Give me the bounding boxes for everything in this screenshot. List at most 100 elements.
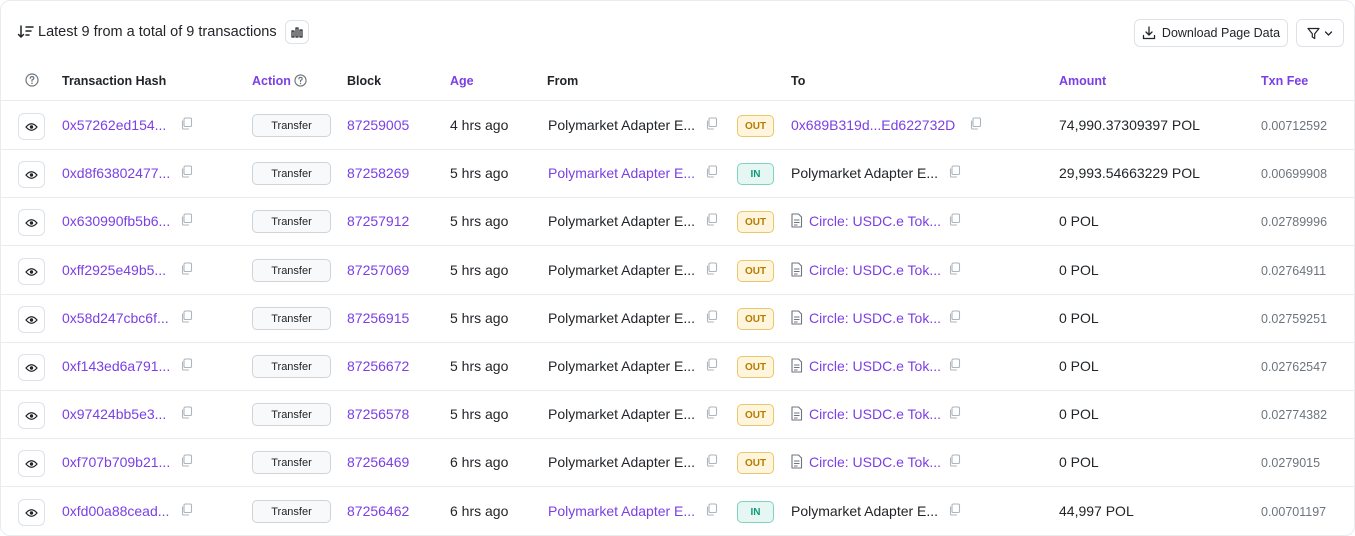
table-row: 0x57262ed154... Transfer 87259005 4 hrs ago… xyxy=(1,102,1355,150)
to-address[interactable]: Circle: USDC.e Tok... xyxy=(809,213,941,229)
block-number-link[interactable]: 87257912 xyxy=(347,213,409,229)
to-address[interactable]: 0x689B319d...Ed622732D xyxy=(791,117,955,133)
copy-icon[interactable] xyxy=(180,165,194,179)
block-number-link[interactable]: 87256672 xyxy=(347,358,409,374)
block-number-link[interactable]: 87256578 xyxy=(347,406,409,422)
copy-icon[interactable] xyxy=(969,117,983,131)
copy-icon[interactable] xyxy=(948,213,962,227)
direction-badge: OUT xyxy=(737,115,774,137)
direction-badge: OUT xyxy=(737,211,774,233)
txn-fee-text: 0.02774382 xyxy=(1261,408,1328,422)
to-address[interactable]: Circle: USDC.e Tok... xyxy=(809,262,941,278)
copy-icon[interactable] xyxy=(180,358,194,372)
table-row: 0xff2925e49b5... Transfer 87257069 5 hrs ag… xyxy=(1,247,1355,295)
copy-icon[interactable] xyxy=(705,117,719,131)
copy-icon[interactable] xyxy=(180,213,194,227)
bar-chart-icon xyxy=(290,27,303,38)
view-details-button[interactable] xyxy=(18,113,45,140)
view-details-button[interactable] xyxy=(18,258,45,285)
txn-fee-text: 0.00712592 xyxy=(1261,119,1328,133)
copy-icon[interactable] xyxy=(180,454,194,468)
transaction-hash-link[interactable]: 0x57262ed154... xyxy=(62,117,166,133)
to-address[interactable]: Circle: USDC.e Tok... xyxy=(809,406,941,422)
contract-icon xyxy=(790,213,803,231)
column-header-age[interactable]: Age xyxy=(450,74,474,88)
copy-icon[interactable] xyxy=(705,310,719,324)
filter-dropdown-button[interactable] xyxy=(1296,19,1344,47)
view-details-button[interactable] xyxy=(18,306,45,333)
copy-icon[interactable] xyxy=(705,454,719,468)
age-text: 5 hrs ago xyxy=(450,406,509,422)
transaction-hash-link[interactable]: 0xf143ed6a791... xyxy=(62,358,170,374)
eye-icon xyxy=(25,264,38,280)
table-row: 0x630990fb5b6... Transfer 87257912 5 hrs ag… xyxy=(1,198,1355,246)
view-details-button[interactable] xyxy=(18,450,45,477)
info-icon[interactable] xyxy=(25,73,39,90)
block-number-link[interactable]: 87258269 xyxy=(347,165,409,181)
copy-icon[interactable] xyxy=(948,503,962,517)
block-number-link[interactable]: 87256469 xyxy=(347,454,409,470)
block-number-link[interactable]: 87259005 xyxy=(347,117,409,133)
sort-descending-icon[interactable] xyxy=(17,24,35,40)
to-address[interactable]: Circle: USDC.e Tok... xyxy=(809,454,941,470)
copy-icon[interactable] xyxy=(705,503,719,517)
amount-text: 0 POL xyxy=(1059,262,1099,278)
direction-badge: OUT xyxy=(737,356,774,378)
age-text: 5 hrs ago xyxy=(450,310,509,326)
copy-icon[interactable] xyxy=(705,262,719,276)
transaction-hash-link[interactable]: 0xf707b709b21... xyxy=(62,454,170,470)
copy-icon[interactable] xyxy=(948,262,962,276)
copy-icon[interactable] xyxy=(180,310,194,324)
column-header-action[interactable]: Action xyxy=(252,74,308,88)
view-details-button[interactable] xyxy=(18,209,45,236)
view-details-button[interactable] xyxy=(18,402,45,429)
view-details-button[interactable] xyxy=(18,354,45,381)
eye-icon xyxy=(25,505,38,521)
contract-icon xyxy=(790,262,803,280)
direction-badge: OUT xyxy=(737,452,774,474)
action-badge: Transfer xyxy=(252,307,331,330)
column-header-amount[interactable]: Amount xyxy=(1059,74,1106,88)
view-details-button[interactable] xyxy=(18,499,45,526)
copy-icon[interactable] xyxy=(180,503,194,517)
to-address[interactable]: Circle: USDC.e Tok... xyxy=(809,358,941,374)
copy-icon[interactable] xyxy=(180,262,194,276)
eye-icon xyxy=(25,167,38,183)
transaction-hash-link[interactable]: 0xff2925e49b5... xyxy=(62,262,166,278)
transaction-hash-link[interactable]: 0xd8f63802477... xyxy=(62,165,170,181)
txn-fee-text: 0.02764911 xyxy=(1261,264,1327,278)
transaction-hash-link[interactable]: 0x630990fb5b6... xyxy=(62,213,170,229)
chart-view-button[interactable] xyxy=(284,20,309,44)
copy-icon[interactable] xyxy=(948,454,962,468)
to-address[interactable]: Circle: USDC.e Tok... xyxy=(809,310,941,326)
column-header-txn-fee[interactable]: Txn Fee xyxy=(1261,74,1308,88)
copy-icon[interactable] xyxy=(948,358,962,372)
view-details-button[interactable] xyxy=(18,161,45,188)
contract-icon xyxy=(790,358,803,376)
download-page-data-button[interactable]: Download Page Data xyxy=(1134,19,1288,47)
from-address: Polymarket Adapter E... xyxy=(548,310,696,326)
from-address[interactable]: Polymarket Adapter E... xyxy=(548,165,695,181)
column-header-from: From xyxy=(547,74,579,88)
transaction-hash-link[interactable]: 0x97424bb5e3... xyxy=(62,406,166,422)
transaction-hash-link[interactable]: 0xfd00a88cead... xyxy=(62,503,169,519)
copy-icon[interactable] xyxy=(948,406,962,420)
copy-icon[interactable] xyxy=(948,165,962,179)
contract-icon xyxy=(790,406,803,424)
block-number-link[interactable]: 87256915 xyxy=(347,310,409,326)
copy-icon[interactable] xyxy=(705,165,719,179)
copy-icon[interactable] xyxy=(948,310,962,324)
copy-icon[interactable] xyxy=(705,406,719,420)
transaction-hash-link[interactable]: 0x58d247cbc6f... xyxy=(62,310,169,326)
question-icon[interactable] xyxy=(294,74,308,87)
table-row: 0xd8f63802477... Transfer 87258269 5 hrs ag… xyxy=(1,150,1355,198)
from-address[interactable]: Polymarket Adapter E... xyxy=(548,503,695,519)
block-number-link[interactable]: 87256462 xyxy=(347,503,409,519)
eye-icon xyxy=(25,312,38,328)
download-label: Download Page Data xyxy=(1161,26,1281,40)
copy-icon[interactable] xyxy=(705,358,719,372)
copy-icon[interactable] xyxy=(705,213,719,227)
copy-icon[interactable] xyxy=(180,117,194,131)
copy-icon[interactable] xyxy=(180,406,194,420)
block-number-link[interactable]: 87257069 xyxy=(347,262,409,278)
